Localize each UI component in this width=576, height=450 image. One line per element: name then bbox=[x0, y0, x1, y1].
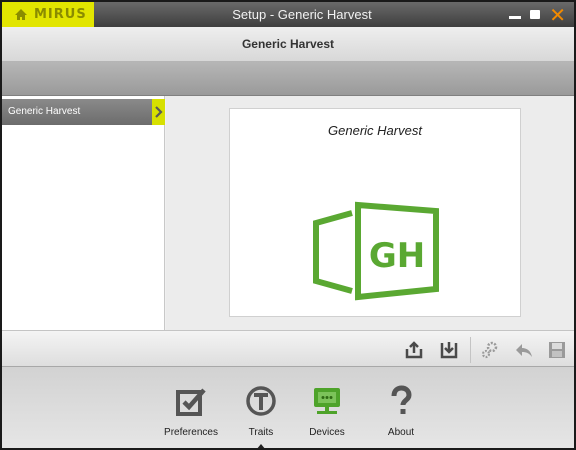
nav-item-traits[interactable]: Traits bbox=[226, 367, 296, 448]
traits-icon bbox=[246, 386, 276, 416]
maximize-button[interactable] bbox=[530, 10, 541, 19]
home-button[interactable]: MIRUS bbox=[2, 2, 94, 27]
nav-item-about[interactable]: About bbox=[366, 367, 436, 448]
sidebar: Generic Harvest bbox=[2, 96, 165, 330]
nav-item-devices[interactable]: Devices bbox=[292, 367, 362, 448]
about-icon bbox=[391, 385, 412, 414]
window-title: Setup - Generic Harvest bbox=[232, 7, 372, 22]
settings-gears-icon[interactable] bbox=[480, 340, 500, 360]
sidebar-item-label: Generic Harvest bbox=[8, 106, 81, 117]
action-toolbar bbox=[2, 330, 574, 367]
nav-label: About bbox=[387, 427, 415, 438]
chevron-right-icon[interactable] bbox=[152, 99, 165, 125]
title-bar: MIRUS Setup - Generic Harvest ✕ bbox=[2, 2, 574, 27]
close-button[interactable]: ✕ bbox=[549, 5, 566, 25]
toolbar-divider bbox=[470, 337, 471, 363]
brand-logo: MIRUS bbox=[34, 7, 87, 22]
bottom-navigation: Preferences Traits Devices About bbox=[2, 367, 574, 448]
nav-item-preferences[interactable]: Preferences bbox=[156, 367, 226, 448]
devices-icon bbox=[314, 388, 340, 414]
preview-card: Generic Harvest GH bbox=[229, 108, 521, 317]
home-icon bbox=[15, 9, 27, 20]
sidebar-item-generic-harvest[interactable]: Generic Harvest bbox=[2, 99, 165, 125]
card-title: Generic Harvest bbox=[328, 123, 422, 138]
app-window: MIRUS Setup - Generic Harvest ✕ Generic … bbox=[0, 0, 576, 450]
generic-harvest-logo: GH bbox=[313, 201, 439, 301]
window-controls: ✕ bbox=[509, 2, 566, 27]
import-icon[interactable] bbox=[439, 340, 459, 360]
preferences-icon bbox=[176, 388, 206, 416]
active-nav-indicator bbox=[256, 444, 266, 448]
minimize-button[interactable] bbox=[509, 16, 522, 19]
main-panel: Generic Harvest GH bbox=[166, 96, 574, 330]
page-title: Generic Harvest bbox=[241, 37, 335, 51]
save-icon[interactable] bbox=[547, 340, 567, 360]
nav-label: Traits bbox=[248, 427, 274, 438]
nav-label: Preferences bbox=[164, 427, 218, 438]
logo-text: GH bbox=[369, 236, 425, 276]
header-bar: Generic Harvest bbox=[2, 27, 574, 62]
undo-icon[interactable] bbox=[514, 340, 534, 360]
nav-label: Devices bbox=[309, 427, 345, 438]
tool-band bbox=[2, 62, 574, 96]
export-icon[interactable] bbox=[404, 340, 424, 360]
